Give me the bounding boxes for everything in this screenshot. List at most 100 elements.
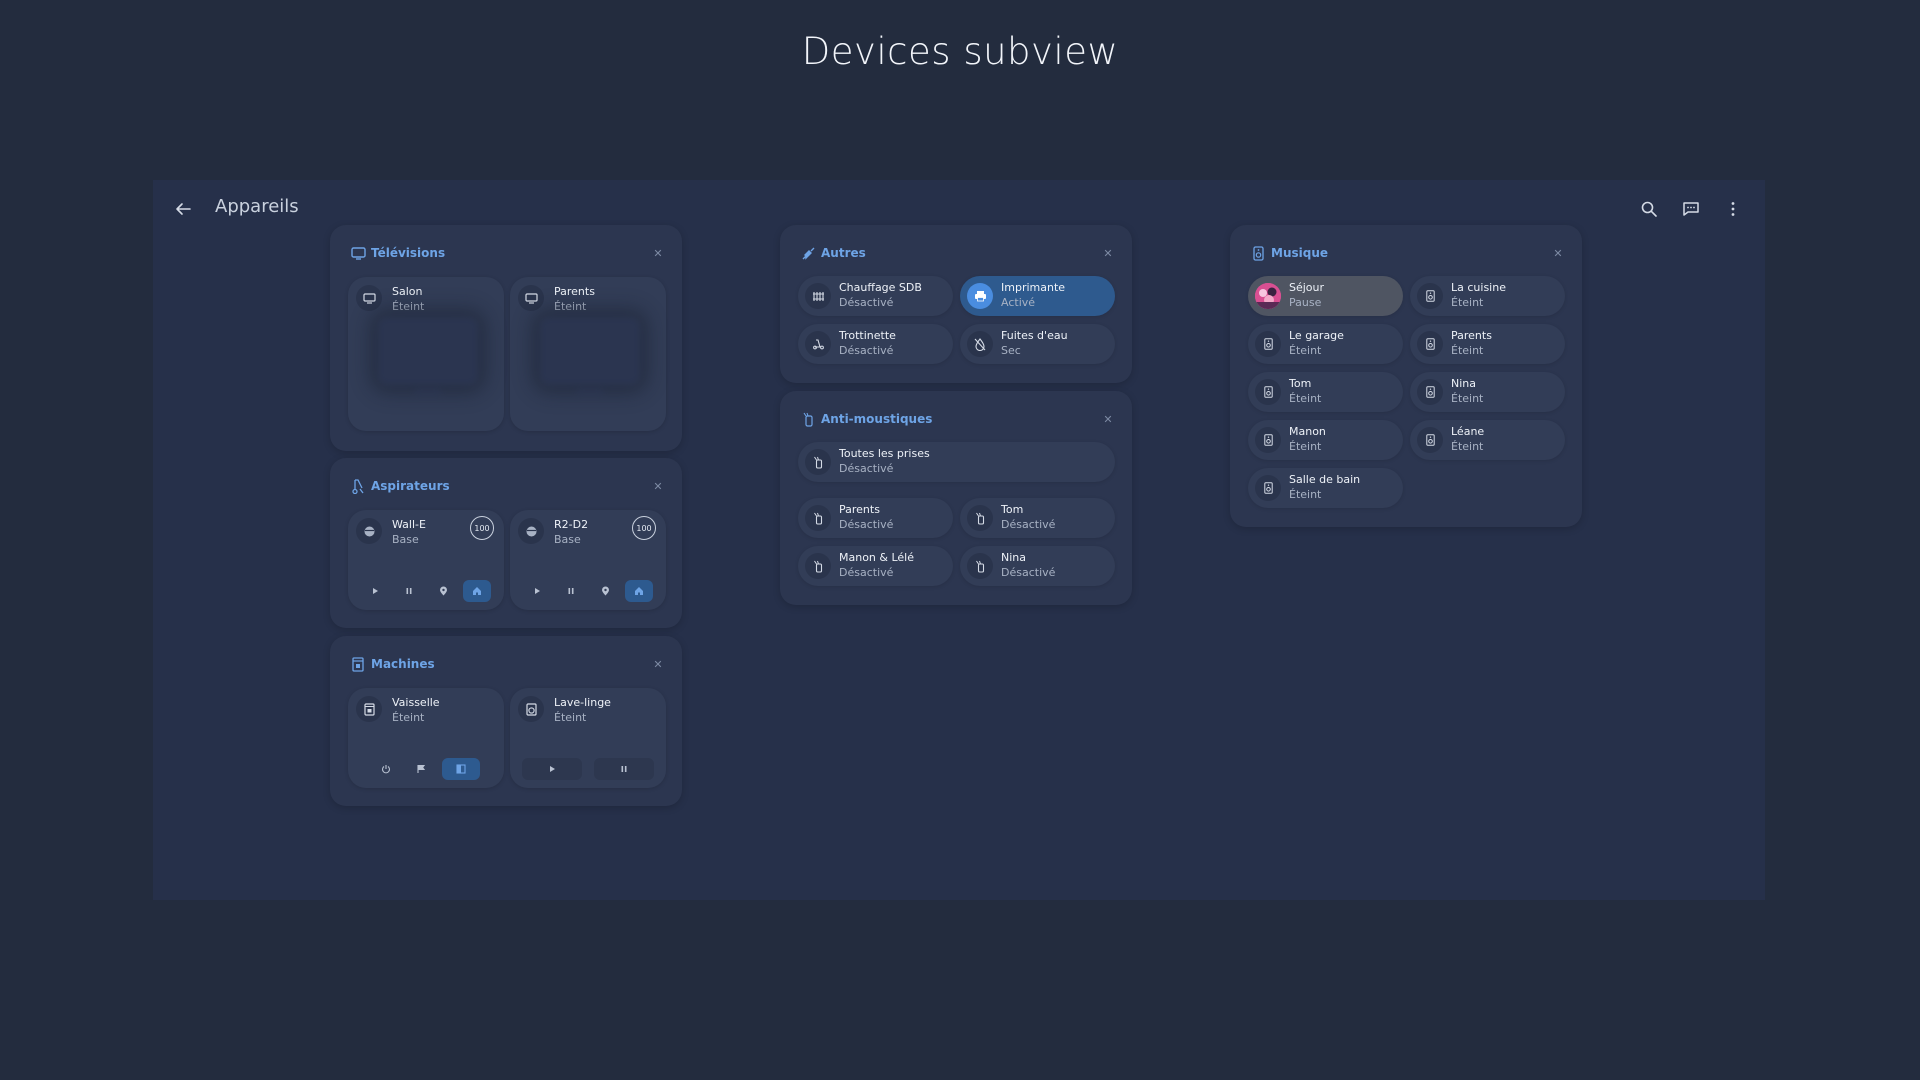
device-state: Base <box>392 533 419 546</box>
vacuum-tile-r2d2[interactable]: R2-D2 Base 100 <box>510 510 666 610</box>
speaker-la-cuisine[interactable]: La cuisine Éteint <box>1410 276 1565 316</box>
radiator-icon <box>805 283 831 309</box>
speaker-parents[interactable]: Parents Éteint <box>1410 324 1565 364</box>
flag-button[interactable] <box>407 758 435 780</box>
play-button[interactable] <box>361 580 389 602</box>
speaker-salle-de-bain[interactable]: Salle de bain Éteint <box>1248 468 1403 508</box>
device-state: Éteint <box>554 711 587 724</box>
play-button[interactable] <box>522 758 582 780</box>
machines-card: Machines ✕ Vaisselle Éteint Lave-linge É… <box>330 636 682 806</box>
locate-button[interactable] <box>429 580 457 602</box>
home-button[interactable] <box>463 580 491 602</box>
card-title: Musique <box>1271 246 1329 260</box>
play-icon <box>373 588 378 594</box>
card-title: Télévisions <box>371 246 446 260</box>
speaker-icon <box>1417 283 1443 309</box>
mosquito-plug-icon <box>967 505 993 531</box>
assist-button[interactable] <box>1671 189 1711 229</box>
speaker-icon <box>1417 427 1443 453</box>
device-state: Base <box>554 533 581 546</box>
device-name: Tom <box>1289 377 1312 390</box>
device-name: Nina <box>1451 377 1476 390</box>
robot-vacuum-icon <box>518 518 544 544</box>
device-mosquito-parents[interactable]: Parents Désactivé <box>798 498 953 538</box>
more-button[interactable] <box>1713 189 1753 229</box>
washing-machine-icon <box>518 696 544 722</box>
device-state: Éteint <box>1289 488 1322 501</box>
machine-tile-vaisselle[interactable]: Vaisselle Éteint <box>348 688 504 788</box>
speaker-sejour[interactable]: Séjour Pause <box>1248 276 1403 316</box>
card-title: Anti-moustiques <box>821 412 933 426</box>
speaker-leane[interactable]: Léane Éteint <box>1410 420 1565 460</box>
back-button[interactable] <box>163 189 203 229</box>
close-icon[interactable]: ✕ <box>650 478 666 494</box>
device-name: Séjour <box>1289 281 1325 294</box>
device-state: Désactivé <box>839 344 894 357</box>
device-name: Salon <box>392 285 423 298</box>
mode-button[interactable] <box>442 758 481 780</box>
card-title: Machines <box>371 657 435 671</box>
device-fuites-eau[interactable]: Fuites d'eau Sec <box>960 324 1115 364</box>
device-name: Manon <box>1289 425 1326 438</box>
close-icon[interactable]: ✕ <box>1100 411 1116 427</box>
device-state: Éteint <box>1451 296 1484 309</box>
tv-icon <box>350 245 366 261</box>
device-name: Parents <box>839 503 880 516</box>
pause-button[interactable] <box>594 758 654 780</box>
pause-button[interactable] <box>395 580 423 602</box>
device-name: Nina <box>1001 551 1026 564</box>
page-title: Devices subview <box>801 30 1119 73</box>
play-button[interactable] <box>523 580 551 602</box>
device-imprimante[interactable]: Imprimante Activé <box>960 276 1115 316</box>
device-mosquito-tom[interactable]: Tom Désactivé <box>960 498 1115 538</box>
device-state: Éteint <box>1289 392 1322 405</box>
home-button[interactable] <box>625 580 653 602</box>
vacuum-tile-walle[interactable]: Wall-E Base 100 <box>348 510 504 610</box>
mosquito-plug-icon <box>805 505 831 531</box>
close-icon[interactable]: ✕ <box>650 656 666 672</box>
dishwasher-icon <box>356 696 382 722</box>
tv-tile-parents[interactable]: Parents Éteint <box>510 277 666 431</box>
battery-badge: 100 <box>632 516 656 540</box>
power-icon <box>381 765 390 774</box>
device-name: Wall-E <box>392 518 426 531</box>
device-state: Désactivé <box>839 566 894 579</box>
device-chauffage-sdb[interactable]: Chauffage SDB Désactivé <box>798 276 953 316</box>
search-button[interactable] <box>1629 189 1669 229</box>
close-icon[interactable]: ✕ <box>650 245 666 261</box>
device-state: Éteint <box>1289 440 1322 453</box>
map-pin-icon <box>439 586 447 596</box>
device-state: Éteint <box>1451 344 1484 357</box>
televisions-card: Télévisions ✕ Salon Éteint Parents Étein… <box>330 225 682 451</box>
speaker-nina[interactable]: Nina Éteint <box>1410 372 1565 412</box>
vacuums-card: Aspirateurs ✕ Wall-E Base 100 R2-D2 Base… <box>330 458 682 628</box>
machine-tile-lave-linge[interactable]: Lave-linge Éteint <box>510 688 666 788</box>
device-name: Fuites d'eau <box>1001 329 1068 342</box>
dishwasher-icon <box>350 656 366 672</box>
search-icon <box>1641 201 1657 217</box>
view-title: Appareils <box>215 196 299 217</box>
device-toutes-les-prises[interactable]: Toutes les prises Désactivé <box>798 442 1115 482</box>
speaker-le-garage[interactable]: Le garage Éteint <box>1248 324 1403 364</box>
device-name: Parents <box>1451 329 1492 342</box>
device-state: Éteint <box>392 300 425 313</box>
locate-button[interactable] <box>591 580 619 602</box>
speaker-manon[interactable]: Manon Éteint <box>1248 420 1403 460</box>
device-mosquito-nina[interactable]: Nina Désactivé <box>960 546 1115 586</box>
power-button[interactable] <box>372 758 400 780</box>
scooter-icon <box>805 331 831 357</box>
speaker-icon <box>1250 245 1266 261</box>
tv-tile-salon[interactable]: Salon Éteint <box>348 277 504 431</box>
tv-icon <box>518 285 544 311</box>
speaker-icon <box>1255 331 1281 357</box>
close-icon[interactable]: ✕ <box>1550 245 1566 261</box>
device-trottinette[interactable]: Trottinette Désactivé <box>798 324 953 364</box>
close-icon[interactable]: ✕ <box>1100 245 1116 261</box>
device-mosquito-manon-lele[interactable]: Manon & Lélé Désactivé <box>798 546 953 586</box>
pause-button[interactable] <box>557 580 585 602</box>
device-state: Éteint <box>1451 440 1484 453</box>
speaker-tom[interactable]: Tom Éteint <box>1248 372 1403 412</box>
device-name: Salle de bain <box>1289 473 1361 486</box>
device-name: Imprimante <box>1001 281 1066 294</box>
pause-icon <box>406 588 412 594</box>
